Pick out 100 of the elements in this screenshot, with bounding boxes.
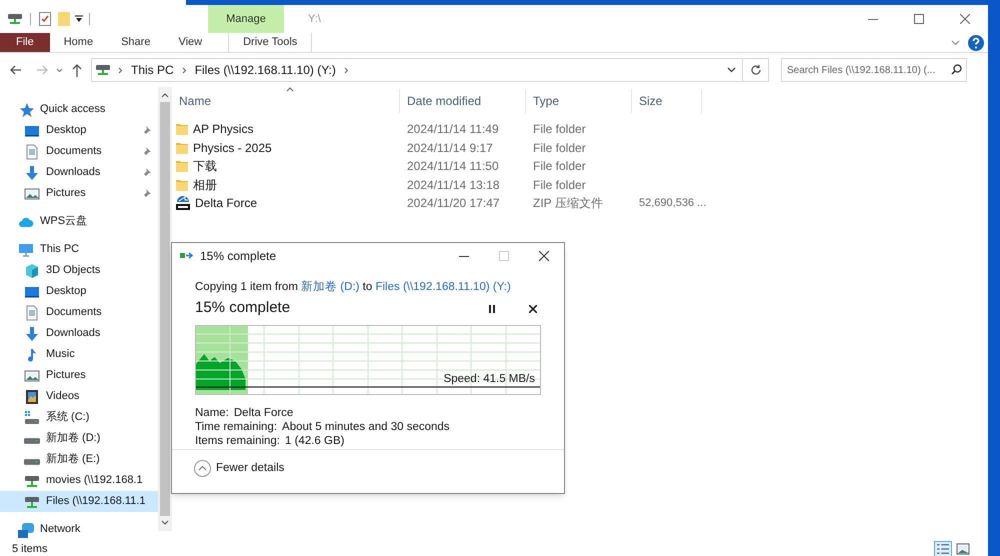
nav-item[interactable]: Quick access [0,99,158,120]
scrollbar-thumb[interactable] [160,102,170,516]
ribbon-tab[interactable]: Drive Tools [228,33,312,52]
sort-ascending-icon [286,87,294,92]
nav-item[interactable]: Documents [0,141,158,162]
dropdown-icon[interactable] [75,15,83,23]
address-bar[interactable]: This PC Files (\\192.168.11.10) (Y:) [91,58,743,82]
destination-link[interactable]: Files (\\192.168.11.10) (Y:) [375,281,511,293]
nav-item[interactable]: 新加卷 (D:) [0,428,158,449]
properties-icon[interactable] [39,12,51,26]
nav-item[interactable]: Pictures [0,365,158,386]
star-icon [18,102,34,118]
table-cell-text: File folder [532,176,587,194]
document-icon [24,144,40,160]
search-icon [951,64,962,75]
help-icon[interactable] [968,34,984,50]
chevron-icon [118,66,123,74]
fewer-details-button[interactable]: Fewer details [194,460,284,478]
refresh-button[interactable] [743,58,769,82]
close-icon [960,14,970,24]
back-arrow-icon[interactable] [10,64,22,76]
column-header[interactable]: Size [632,89,702,113]
copy-icon [180,251,194,261]
zip-file-icon [175,195,191,212]
nav-item[interactable]: Desktop [0,120,158,141]
file-row[interactable]: 相册 2024/11/14 13:18 File folder [172,176,988,194]
source-link[interactable]: 新加卷 (D:) [301,281,360,293]
breadcrumb[interactable]: Files (\\192.168.11.10) (Y:) [194,61,336,79]
collapse-icon [194,460,211,477]
folder-icon [175,178,189,192]
close-icon [539,251,549,261]
scroll-down-icon[interactable] [161,520,169,525]
details-view-button[interactable] [934,541,952,556]
chevron-icon [182,66,187,74]
maximize-icon [914,14,924,24]
scroll-up-icon[interactable] [161,93,169,98]
nav-item[interactable]: Music [0,344,158,365]
detail-label: Name: [195,406,229,420]
detail-label: Items remaining: [195,434,280,448]
network-drive-icon [8,13,22,25]
table-cell-text: File folder [532,121,587,138]
copy-description: Copying 1 item from 新加卷 (D:) to Files (\\192.168.11.10) (Y:) [195,279,512,295]
file-row[interactable]: 下载 2024/11/14 11:50 File folder [172,157,988,176]
film-icon [24,388,40,404]
folder-icon [175,122,189,136]
nav-item[interactable]: Files (\\192.168.11.1 [0,491,158,512]
column-header[interactable]: Name [172,89,400,113]
network-drive-icon [96,64,110,76]
nav-item[interactable]: 3D Objects [0,260,158,281]
ribbon-tab[interactable]: Share [107,33,164,52]
network-icon [18,522,34,538]
file-name: Delta Force [195,195,258,212]
nav-item[interactable]: 新加卷 (E:) [0,449,158,470]
large-icons-view-button[interactable] [954,541,972,556]
search-field[interactable]: Search Files (\\192.168.11.10) (... [781,58,967,82]
table-cell-text: 2024/11/14 11:50 [406,158,500,176]
nav-item[interactable]: Pictures [0,183,158,204]
scrollbar[interactable] [158,87,172,531]
file-row[interactable]: Physics - 2025 2024/11/14 9:17 File folder [172,138,988,157]
nav-item[interactable]: This PC [0,239,158,260]
chevron-icon [344,66,349,74]
download-arrow-icon [24,326,40,342]
recent-locations-icon[interactable] [56,68,63,72]
file-row[interactable]: AP Physics 2024/11/14 11:49 File folder [172,120,988,138]
speed-reading: Speed: 41.5 MB/s [444,372,535,387]
item-count: 5 items [12,542,48,556]
nav-item[interactable]: Videos [0,386,158,407]
nav-item[interactable]: Downloads [0,162,158,183]
up-arrow-icon[interactable] [71,64,83,76]
drive-icon [24,438,40,444]
detail-value: 1 (42.6 GB) [285,434,344,448]
table-cell-text: 52,690,536 ... [638,196,706,211]
ribbon-tab[interactable]: Home [50,33,108,52]
drive-icon [24,458,40,464]
nav-item[interactable]: Documents [0,302,158,323]
nav-item[interactable]: movies (\\192.168.1 [0,470,158,491]
nav-item[interactable]: Network [0,519,158,540]
ribbon-tab[interactable]: View [164,33,216,52]
file-name: Physics - 2025 [193,140,272,157]
column-header[interactable]: Type [526,89,632,113]
breadcrumb[interactable]: This PC [131,61,174,79]
speed-wave-drawing [196,352,248,390]
nav-item[interactable]: Downloads [0,323,158,344]
folder-icon [175,140,189,155]
table-cell-text: File folder [532,140,587,157]
nav-item[interactable]: 系统 (C:) [0,407,158,428]
pause-icon [489,304,495,312]
file-row[interactable]: Delta Force 2024/11/20 17:47 ZIP 压缩文件 52,690,536 ... [172,194,988,212]
dropdown-icon[interactable] [727,67,736,73]
table-cell-text: ZIP 压缩文件 [532,195,604,212]
table-cell-text: 2024/11/14 13:18 [406,176,501,194]
expand-ribbon-icon[interactable] [951,40,960,46]
nav-item[interactable]: Desktop [0,281,158,302]
ribbon-tab[interactable]: File [0,33,50,52]
details-list-icon [936,543,950,555]
progress-heading: 15% complete [195,298,290,318]
column-header[interactable]: Date modified [400,89,526,113]
table-cell-text: File folder [532,158,587,176]
nav-item[interactable]: WPS云盘 [0,211,158,232]
table-cell-text: 2024/11/14 9:17 [406,140,494,157]
